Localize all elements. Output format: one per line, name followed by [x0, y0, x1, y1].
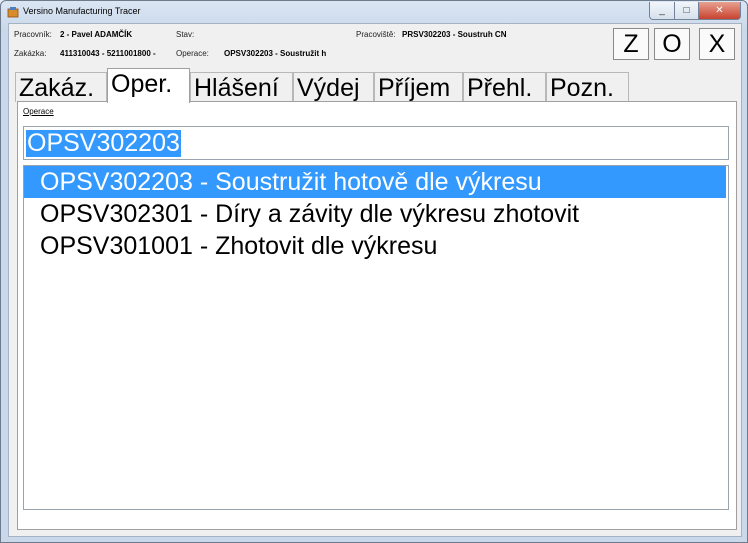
- o-button[interactable]: O: [654, 28, 690, 60]
- order-label: Zakázka:: [14, 49, 47, 58]
- operation-list[interactable]: OPSV302203 - Soustružit hotově dle výkre…: [23, 165, 729, 510]
- tab-prijem[interactable]: Příjem: [374, 72, 463, 102]
- operation-list-item[interactable]: OPSV302203 - Soustružit hotově dle výkre…: [24, 166, 726, 198]
- tab-vydej[interactable]: Výdej: [293, 72, 374, 102]
- operation-field-label: Operace: [23, 107, 54, 116]
- close-window-button[interactable]: ✕: [699, 2, 741, 20]
- tab-operace[interactable]: Oper.: [107, 68, 190, 103]
- app-icon: [7, 7, 19, 18]
- operation-label: Operace:: [176, 49, 209, 58]
- operation-value: OPSV302203 - Soustružit h: [224, 49, 327, 58]
- z-button[interactable]: Z: [613, 28, 649, 60]
- workplace-value: PRSV302203 - Soustruh CN: [402, 30, 507, 39]
- x-button[interactable]: X: [699, 28, 735, 60]
- worker-label: Pracovník:: [14, 30, 52, 39]
- maximize-button[interactable]: □: [675, 2, 699, 20]
- tab-poznamky[interactable]: Pozn.: [546, 72, 629, 102]
- client-area: Pracovník: 2 - Pavel ADAMČÍK Stav: Praco…: [8, 23, 742, 537]
- worker-value: 2 - Pavel ADAMČÍK: [60, 30, 133, 39]
- operation-input[interactable]: OPSV302203: [23, 126, 729, 160]
- window-title: Versino Manufacturing Tracer: [23, 6, 141, 16]
- operation-list-item[interactable]: OPSV301001 - Zhotovit dle výkresu: [24, 230, 726, 262]
- close-icon: ✕: [715, 5, 724, 16]
- minimize-icon: _: [659, 5, 665, 16]
- tab-zakazka[interactable]: Zakáz.: [15, 72, 107, 102]
- order-value: 411310043 - 5211001800 -: [60, 49, 156, 58]
- maximize-icon: □: [683, 5, 690, 16]
- operation-list-item[interactable]: OPSV302301 - Díry a závity dle výkresu z…: [24, 198, 726, 230]
- minimize-button[interactable]: _: [649, 2, 675, 20]
- operation-panel: Operace OPSV302203 OPSV302203 - Soustruž…: [17, 101, 737, 530]
- app-window: Versino Manufacturing Tracer _ □ ✕ Praco…: [0, 0, 748, 543]
- tab-hlaseni[interactable]: Hlášení: [190, 72, 293, 102]
- operation-input-value: OPSV302203: [26, 129, 181, 157]
- state-label: Stav:: [176, 30, 195, 39]
- title-bar[interactable]: Versino Manufacturing Tracer _ □ ✕: [1, 1, 747, 23]
- workplace-label: Pracoviště:: [356, 30, 396, 39]
- tab-prehled[interactable]: Přehl.: [463, 72, 546, 102]
- caption-buttons: _ □ ✕: [649, 2, 741, 20]
